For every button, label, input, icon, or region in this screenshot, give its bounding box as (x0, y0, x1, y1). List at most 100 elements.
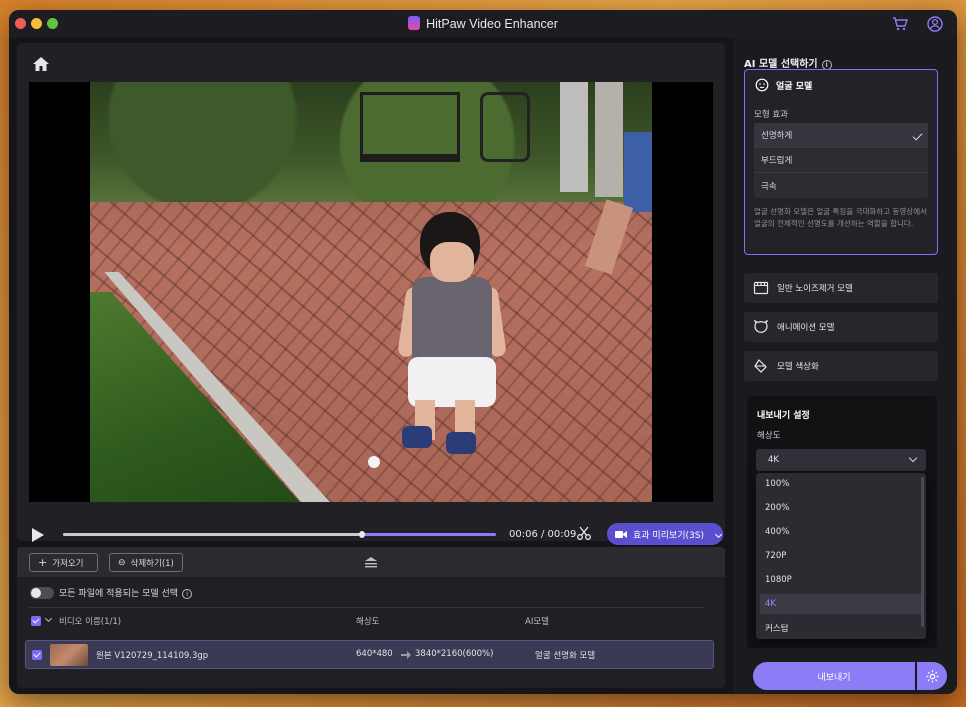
timecode: 00:06 / 00:09 (509, 529, 577, 540)
resolution-select[interactable]: 4K (756, 449, 926, 471)
chevron-down-icon (908, 453, 918, 463)
resolution-option[interactable]: 400% (760, 522, 922, 542)
file-list-panel: + 가져오기 ⊖ 삭제하기(1) 모든 파일에 적용되는 모델 선택 i 비디오 … (17, 547, 725, 688)
film-icon (753, 281, 769, 295)
scene-child (412, 277, 492, 367)
collapse-panel-icon[interactable] (363, 556, 379, 568)
scene-adult-3 (624, 132, 652, 212)
seek-bar[interactable] (63, 531, 496, 538)
export-title: 내보내기 설정 (757, 411, 810, 421)
account-icon[interactable] (926, 15, 944, 33)
info-icon[interactable]: i (182, 589, 193, 599)
plus-icon: + (38, 556, 48, 569)
effect-option-label: 선명하게 (761, 131, 793, 141)
export-settings-button[interactable] (917, 662, 947, 690)
import-button[interactable]: + 가져오기 (29, 553, 98, 572)
apply-all-label: 모든 파일에 적용되는 모델 선택 (59, 589, 179, 599)
scene-bench (360, 92, 460, 162)
scene-stroller (480, 92, 530, 162)
resolution-option[interactable]: 720P (760, 546, 922, 566)
export-button[interactable]: 내보내기 (753, 662, 915, 690)
title-bar: HitPaw Video Enhancer (9, 10, 957, 38)
scene-child-shoe-2 (446, 432, 476, 454)
face-model-description: 얼굴 선명화 모델은 얼굴 특징을 극대화하고 동영상에서 얼굴의 전체적인 선… (754, 207, 928, 228)
scene-grass (90, 292, 300, 502)
effect-option-fast[interactable]: 극속 (754, 173, 928, 198)
effect-options: 선명하게 부드럽게 극속 (754, 123, 928, 198)
resolution-option[interactable]: 200% (760, 498, 922, 518)
paint-bucket-icon (754, 359, 767, 373)
file-name: 원본 V120729_114109.3gp (96, 651, 209, 661)
file-toolbar: + 가져오기 ⊖ 삭제하기(1) (17, 547, 725, 577)
target-resolution: 3840*2160(600%) (415, 649, 494, 659)
delete-label: 삭제하기(1) (130, 558, 174, 569)
resolution-selected: 4K (768, 455, 779, 465)
seek-played (63, 533, 362, 536)
face-model-card[interactable]: 얼굴 모델 모형 효과 선명하게 부드럽게 극속 얼굴 선명화 모델은 얼굴 특… (744, 69, 938, 255)
app-title: HitPaw Video Enhancer (426, 17, 558, 31)
cart-icon[interactable] (891, 15, 909, 33)
settings-sidebar: AI 모델 선택하기 i 얼굴 모델 모형 효과 선명하게 부드럽게 극속 얼굴… (733, 38, 957, 694)
denoise-model-item[interactable]: 일반 노이즈제거 모델 (744, 273, 938, 303)
resolution-dropdown: 100% 200% 400% 720P 1080P 4K 커스텀 (756, 473, 926, 639)
video-thumbnail (50, 644, 88, 666)
scene-adult (560, 82, 588, 192)
preview-effect-button[interactable]: 효과 미리보기(3S) (607, 523, 723, 545)
colorize-model-item[interactable]: 모델 색상화 (744, 351, 938, 381)
resolution-option[interactable]: 커스텀 (760, 618, 922, 638)
file-row[interactable]: 원본 V120729_114109.3gp 640*480 3840*2160(… (25, 640, 714, 669)
select-all-checkbox[interactable] (31, 616, 41, 626)
export-settings: 내보내기 설정 해상도 4K 100% 200% 400% 720P 1080P… (747, 396, 937, 648)
dropdown-scrollbar[interactable] (921, 477, 924, 627)
checkmark-icon (912, 130, 923, 141)
effect-option-label: 극속 (761, 181, 777, 192)
model-effect-label: 모형 효과 (754, 110, 788, 120)
app-logo-icon (408, 16, 421, 30)
animation-face-icon (753, 319, 769, 333)
resolution-option[interactable]: 1080P (760, 570, 922, 590)
import-label: 가져오기 (52, 558, 84, 569)
play-button[interactable] (32, 528, 44, 542)
resolution-option-selected[interactable]: 4K (760, 594, 922, 614)
seek-handle[interactable] (358, 531, 365, 538)
app-title-wrap: HitPaw Video Enhancer (9, 16, 957, 31)
effect-option-soft[interactable]: 부드럽게 (754, 148, 928, 173)
home-icon[interactable] (31, 55, 51, 73)
effect-option-label: 부드럽게 (761, 156, 793, 166)
face-model-header: 얼굴 모델 (755, 78, 812, 92)
video-preview (29, 82, 713, 502)
video-camera-icon (615, 530, 627, 538)
scene-child-shoe (402, 426, 432, 448)
scene-ball (368, 456, 380, 468)
divider (29, 607, 705, 608)
gear-icon (925, 669, 939, 683)
resolution-option[interactable]: 100% (760, 474, 922, 494)
preview-panel: 00:06 / 00:09 효과 미리보기(3S) (17, 43, 725, 545)
model-name: 애니메이션 모델 (777, 323, 835, 333)
model-name: 모델 색상화 (777, 362, 819, 372)
resolution-label: 해상도 (757, 431, 781, 441)
app-window: HitPaw Video Enhancer 00:06 / 00:09 효과 미… (9, 10, 957, 694)
scene-adult-2 (595, 82, 623, 197)
video-frame (90, 82, 652, 502)
delete-icon: ⊖ (118, 557, 126, 568)
export-button-label: 내보내기 (817, 672, 851, 683)
chevron-down-icon[interactable] (714, 530, 723, 538)
chevron-down-icon[interactable] (44, 614, 53, 623)
column-header-name[interactable]: 비디오 이름(1/1) (59, 615, 121, 627)
arrow-right-icon (401, 651, 411, 659)
row-checkbox[interactable] (32, 650, 42, 660)
scene-adult-leg (584, 199, 634, 275)
apply-all-label-wrap: 모든 파일에 적용되는 모델 선택 i (59, 586, 193, 599)
scissors-icon[interactable] (576, 525, 592, 541)
column-header-ai-model: AI모델 (525, 617, 549, 627)
animation-model-item[interactable]: 애니메이션 모델 (744, 312, 938, 342)
effect-option-sharp[interactable]: 선명하게 (754, 123, 928, 148)
face-icon (755, 78, 769, 92)
source-resolution: 640*480 (356, 649, 393, 659)
apply-all-toggle[interactable] (30, 587, 54, 599)
scene-child-face (430, 242, 474, 282)
column-header-resolution: 해상도 (356, 617, 380, 627)
ai-model-title-wrap: AI 모델 선택하기 i (744, 55, 832, 70)
delete-button[interactable]: ⊖ 삭제하기(1) (109, 553, 183, 572)
